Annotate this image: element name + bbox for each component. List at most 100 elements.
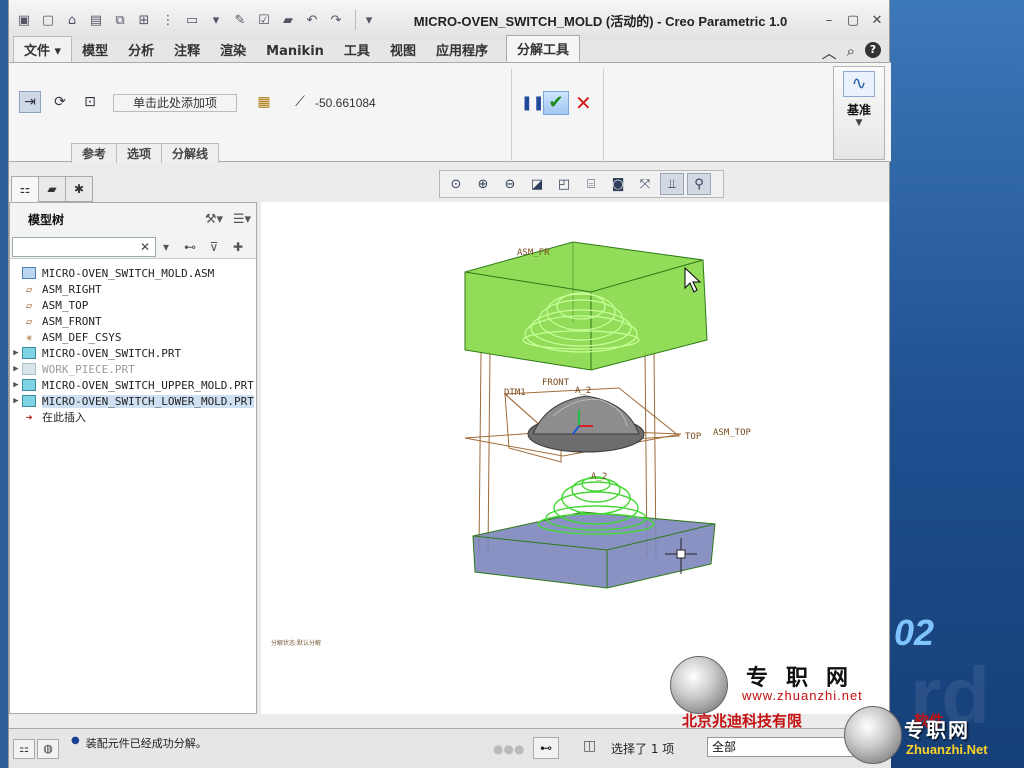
spin-center-icon[interactable]: ⚲ [687, 173, 711, 195]
search-dropdown-icon[interactable]: ▾ [154, 240, 178, 254]
search-icon[interactable]: ⌕ [847, 42, 855, 63]
pause-button[interactable]: ❚❚ [521, 95, 544, 111]
selection-box-icon[interactable]: ◫ [583, 738, 596, 754]
dropdown-icon[interactable]: ▾ [207, 11, 225, 29]
rotate-motion-icon[interactable]: ⟳ [49, 91, 71, 113]
tab-view[interactable]: 视图 [380, 37, 426, 62]
datum-display-icon[interactable]: ⤧ [633, 173, 657, 195]
status-bar: ⚏ ◍ ● 装配元件已经成功分解。 ●●● ⊷ ◫ 选择了 1 项 全部 [9, 728, 891, 768]
saved-orientations-icon[interactable]: ⌸ [579, 173, 603, 195]
folder-icon[interactable]: ▰ [279, 11, 297, 29]
tree-row[interactable]: ➜ 在此插入 [10, 409, 256, 425]
minimize-button[interactable]: – [817, 13, 841, 28]
display-style-icon[interactable]: ◰ [552, 173, 576, 195]
tree-row[interactable]: ▶ MICRO-OVEN_SWITCH_LOWER_MOLD.PRT [10, 393, 256, 409]
zoom-in-icon[interactable]: ⊕ [471, 173, 495, 195]
model-tree-tab-icon[interactable]: ⚏ [11, 176, 39, 202]
find-binoculars-icon[interactable]: ⊷ [178, 240, 202, 254]
add-column-icon[interactable]: ✚ [226, 240, 250, 254]
part-icon [22, 363, 36, 375]
clear-search-icon[interactable]: ✕ [140, 240, 154, 254]
checklist-icon[interactable]: ☑ [255, 11, 273, 29]
navigator-tabs: ⚏ ▰ ✱ [9, 176, 93, 202]
explode-line-wand-icon[interactable]: ⟋ [289, 91, 311, 113]
datum-curve-icon: ∿ [843, 71, 875, 97]
help-icon[interactable]: ? [865, 42, 881, 58]
tree-row[interactable]: ▶ WORK_PIECE.PRT [10, 361, 256, 377]
tab-render[interactable]: 渲染 [210, 37, 256, 62]
datum-label: 基准 [846, 103, 871, 117]
windows-icon[interactable]: ⊞ [135, 11, 153, 29]
tab-references[interactable]: 参考 [71, 143, 118, 163]
edit-icon[interactable]: ✎ [231, 11, 249, 29]
tab-file[interactable]: 文件 ▾ [13, 36, 73, 62]
view-manager-icon[interactable]: ◙ [606, 173, 630, 195]
assembly-icon [22, 267, 36, 279]
redo-icon[interactable]: ↷ [327, 11, 345, 29]
tree-row[interactable]: ▶ MICRO-OVEN_SWITCH_UPPER_MOLD.PRT [10, 377, 256, 393]
chevron-down-icon: ▼ [855, 118, 863, 128]
explode-state-stamp: 分解状态:默认分解 [271, 640, 322, 647]
collapse-ribbon-icon[interactable]: ︿ [822, 42, 837, 63]
toggle-browser-icon[interactable]: ◍ [37, 739, 59, 759]
upper-mold-part [464, 241, 708, 371]
axis-label-upper: A_2 [575, 386, 592, 396]
tree-settings-icon[interactable]: ⚒▾ [200, 212, 228, 227]
tab-model[interactable]: 模型 [72, 37, 118, 62]
tree-row[interactable]: MICRO-OVEN_SWITCH_MOLD.ASM [10, 265, 256, 281]
tab-explode-lines[interactable]: 分解线 [161, 143, 220, 163]
tab-annotate[interactable]: 注释 [164, 37, 210, 62]
tab-applications[interactable]: 应用程序 [426, 37, 498, 62]
tab-manikin[interactable]: Manikin [256, 41, 334, 62]
translate-motion-icon[interactable]: ⇥ [19, 91, 41, 113]
refit-icon[interactable]: ⊙ [444, 173, 468, 195]
regenerate-icon[interactable]: ⧉ [111, 11, 129, 29]
repaint-icon[interactable]: ◪ [525, 173, 549, 195]
tree-item-label: MICRO-OVEN_SWITCH_MOLD.ASM [42, 266, 215, 280]
tab-tools[interactable]: 工具 [334, 37, 380, 62]
open-icon[interactable]: ⌂ [63, 11, 81, 29]
close-file-icon[interactable]: ⋮ [159, 11, 177, 29]
datum-group-button[interactable]: ∿ 基准 ▼ [833, 66, 885, 160]
close-window-button[interactable]: ✕ [865, 13, 889, 28]
tab-options[interactable]: 选项 [116, 143, 163, 163]
lower-mold-part [472, 476, 716, 589]
find-icon[interactable]: ⊷ [533, 737, 559, 759]
expand-arrow-icon[interactable]: ▶ [10, 348, 22, 358]
tab-analysis[interactable]: 分析 [118, 37, 164, 62]
expand-arrow-icon[interactable]: ▶ [10, 396, 22, 406]
tree-row[interactable]: ▱ ASM_RIGHT [10, 281, 256, 297]
add-item-field[interactable]: 单击此处添加项 [113, 94, 237, 112]
zoom-out-icon[interactable]: ⊖ [498, 173, 522, 195]
view-plane-motion-icon[interactable]: ⊡ [79, 91, 101, 113]
app-logo-icon[interactable]: ▣ [15, 11, 33, 29]
graphics-window[interactable]: ASM_FR FRONT DTM1 TOP ASM_TOP A_2 A_2 分解… [261, 202, 889, 714]
maximize-button[interactable]: ▢ [841, 13, 865, 28]
toggle-navigator-icon[interactable]: ⚏ [13, 739, 35, 759]
window-title: MICRO-OVEN_SWITCH_MOLD (活动的) - Creo Para… [413, 13, 788, 29]
expand-arrow-icon[interactable]: ▶ [10, 364, 22, 374]
graphics-toolbar: ⊙ ⊕ ⊖ ◪ ◰ ⌸ ◙ ⤧ ⫫ ⚲ [439, 170, 724, 198]
qa-separator [355, 10, 356, 30]
customize-icon[interactable]: ▾ [360, 11, 378, 29]
tab-explode-tool[interactable]: 分解工具 [505, 35, 580, 62]
favorites-tab-icon[interactable]: ✱ [65, 176, 93, 202]
show-menu-icon[interactable]: ☰▾ [228, 212, 256, 227]
undo-icon[interactable]: ↶ [303, 11, 321, 29]
annotation-display-icon[interactable]: ⫫ [660, 173, 684, 195]
window-switch-icon[interactable]: ▭ [183, 11, 201, 29]
expand-arrow-icon[interactable]: ▶ [10, 380, 22, 390]
folder-browser-tab-icon[interactable]: ▰ [38, 176, 66, 202]
tree-row[interactable]: ▱ ASM_TOP [10, 297, 256, 313]
motion-ref-icon[interactable]: ▦ [253, 91, 275, 113]
tree-row[interactable]: ▱ ASM_FRONT [10, 313, 256, 329]
tree-search-input[interactable] [12, 236, 156, 257]
save-icon[interactable]: ▤ [87, 11, 105, 29]
ok-button[interactable]: ✔ [543, 91, 569, 115]
tree-row[interactable]: ✳ ASM_DEF_CSYS [10, 329, 256, 345]
filter-icon[interactable]: ⊽ [202, 240, 226, 254]
cancel-button[interactable]: ✕ [575, 91, 592, 115]
selection-filter-dropdown[interactable]: 全部 [707, 737, 857, 757]
tree-row[interactable]: ▶ MICRO-OVEN_SWITCH.PRT [10, 345, 256, 361]
new-icon[interactable]: ▢ [39, 11, 57, 29]
